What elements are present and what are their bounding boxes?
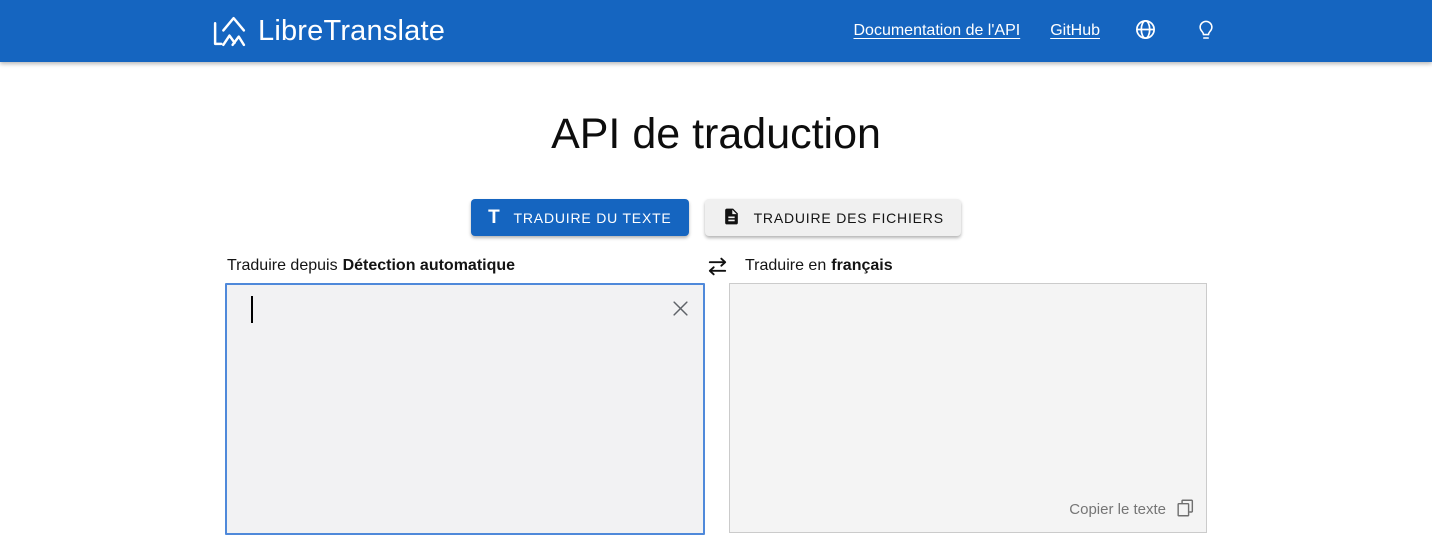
language-selector-button[interactable] [1130,18,1161,44]
dark-mode-toggle[interactable] [1191,19,1221,44]
swap-horizontal-icon [706,255,729,283]
document-icon [722,207,741,229]
source-label-prefix: Traduire depuis [227,257,338,275]
mode-tabs: T TRADUIRE DU TEXTE TRADUIRE DES FICHIER… [225,199,1207,236]
tab-translate-text-label: TRADUIRE DU TEXTE [514,210,672,226]
tab-translate-text[interactable]: T TRADUIRE DU TEXTE [471,199,688,236]
source-textarea[interactable] [227,285,703,533]
source-language-value: Détection automatique [343,257,515,275]
swap-languages-button[interactable] [705,255,729,283]
source-language-selector[interactable]: Traduire depuis Détection automatique [225,255,705,277]
text-icon: T [488,208,500,227]
copy-label: Copier le texte [1069,501,1166,518]
main-content: API de traduction T TRADUIRE DU TEXTE TR… [225,110,1207,535]
nav-link-github[interactable]: GitHub [1050,22,1100,40]
nav-link-api-docs[interactable]: Documentation de l'API [854,22,1021,40]
tab-translate-files-label: TRADUIRE DES FICHIERS [754,210,944,226]
lightbulb-icon [1195,19,1217,44]
globe-icon [1134,18,1157,44]
source-panel [225,283,705,535]
target-language-selector[interactable]: Traduire en français [729,255,1207,277]
brand-title: LibreTranslate [258,15,445,48]
clear-text-button[interactable] [670,298,691,322]
brand[interactable]: LibreTranslate [211,13,445,50]
translate-area: Traduire depuis Détection automatique Tr… [225,255,1207,535]
tab-translate-files[interactable]: TRADUIRE DES FICHIERS [705,199,961,236]
target-language-value: français [831,257,892,275]
app-header: LibreTranslate Documentation de l'API Gi… [0,0,1432,62]
copy-icon [1175,498,1195,521]
page-title: API de traduction [225,110,1207,159]
libretranslate-logo-icon [211,13,248,50]
copy-text-button[interactable] [1175,498,1195,521]
copy-row: Copier le texte [1069,498,1195,521]
target-label-prefix: Traduire en [745,257,826,275]
close-icon [672,300,689,320]
header-nav: Documentation de l'API GitHub [854,18,1222,44]
target-panel: Copier le texte [729,283,1207,535]
translation-output: Copier le texte [729,283,1207,533]
